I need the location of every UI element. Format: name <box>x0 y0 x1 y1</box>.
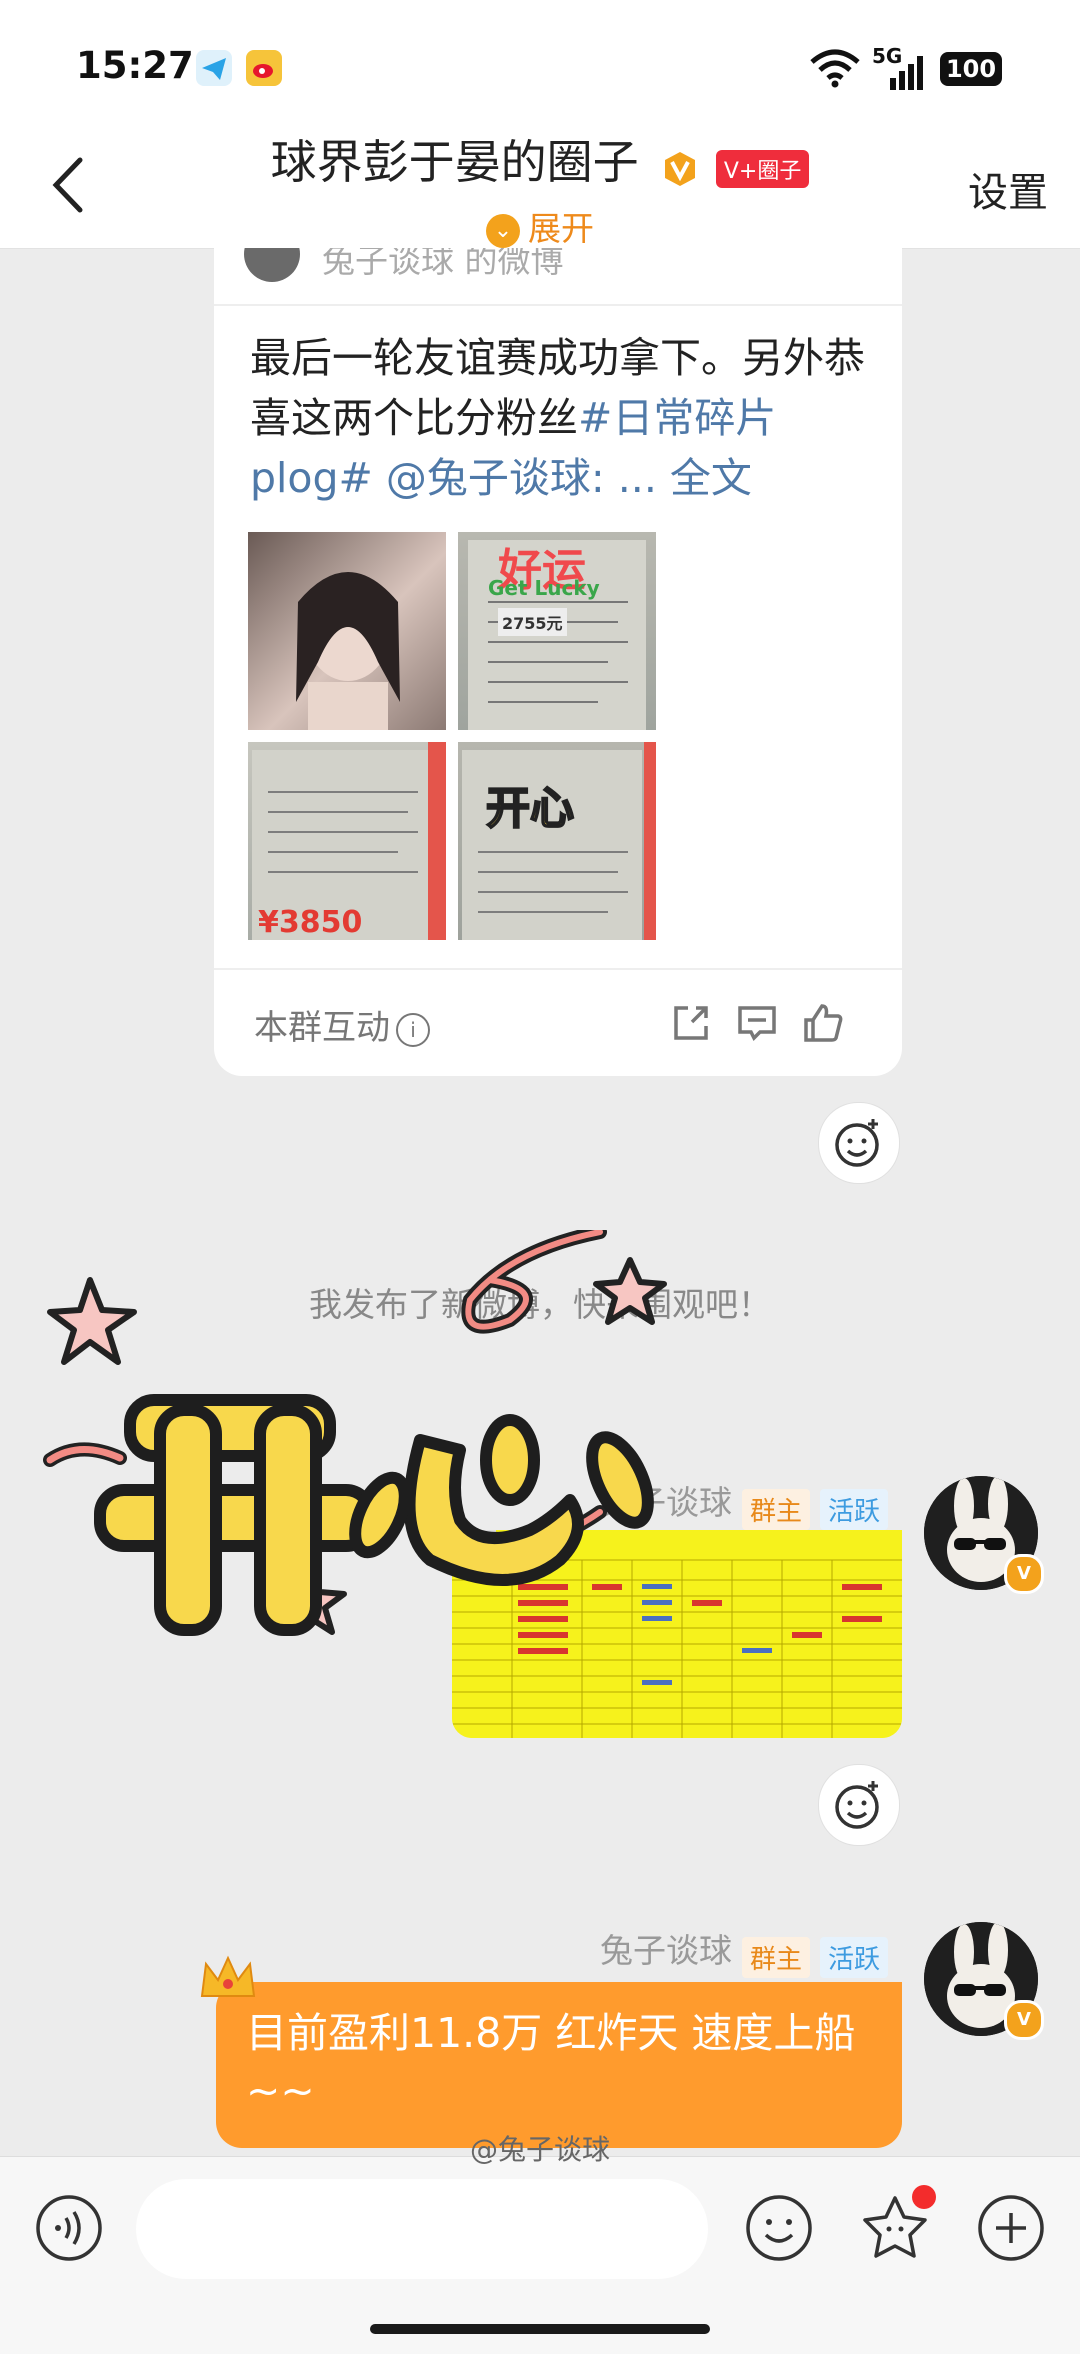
add-button[interactable] <box>976 2193 1046 2263</box>
battery-indicator: 100 <box>940 52 1002 86</box>
comment-icon[interactable] <box>734 1000 780 1046</box>
post-image-receipt-lucky[interactable]: 好运 Get Lucky 2755元 <box>458 532 656 730</box>
chevron-down-icon: ⌄ <box>486 213 520 248</box>
expand-label: 展开 <box>528 209 594 248</box>
emoji-add-icon <box>835 1119 879 1167</box>
expand-button[interactable]: ⌄ 展开 <box>0 202 1080 250</box>
message-bubble[interactable]: 目前盈利11.8万 红炸天 速度上船~~ <box>200 1955 902 2148</box>
system-message: 我发布了新微博，快来围观吧！ <box>309 1285 771 1324</box>
card-source-row: 兔子谈球 的微博 <box>214 248 902 306</box>
post-image-receipt-happy[interactable]: 开心 <box>458 742 656 940</box>
home-indicator <box>370 2324 710 2334</box>
source-avatar <box>244 248 300 282</box>
chat-header: 球界彭于晏的圈子 V+圈子 ⌄ 展开 设置 <box>0 110 1080 249</box>
telegram-icon <box>196 50 232 86</box>
emoji-icon <box>746 2195 812 2261</box>
message-sender-row-2: 兔子谈球 群主 活跃 <box>600 1924 889 1978</box>
post-text: 最后一轮友谊赛成功拿下。另外恭喜这两个比分粉丝#日常碎片plog# @兔子谈球:… <box>250 328 870 508</box>
owner-tag: 群主 <box>742 1489 811 1530</box>
interaction-label: 本群互动 <box>254 1008 390 1048</box>
input-bar <box>0 2156 1080 2354</box>
verified-icon: V <box>1004 2000 1044 2040</box>
watermark: @兔子谈球 <box>469 2133 610 2166</box>
card-footer: 本群互动 i <box>214 968 902 1076</box>
voice-icon <box>36 2195 102 2261</box>
weibo-icon <box>246 50 282 86</box>
add-icon <box>978 2195 1044 2261</box>
emoji-add-icon <box>835 1781 879 1829</box>
signal-icon <box>876 56 924 94</box>
group-interaction[interactable]: 本群互动 i <box>254 1000 430 1049</box>
notification-dot <box>912 2185 936 2209</box>
owner-tag: 群主 <box>742 1937 811 1978</box>
shared-weibo-card[interactable]: 兔子谈球 的微博 最后一轮友谊赛成功拿下。另外恭喜这两个比分粉丝#日常碎片plo… <box>214 248 902 1076</box>
svg-text:¥3850: ¥3850 <box>258 905 362 940</box>
happy-caption: 开心 <box>485 782 575 835</box>
voice-button[interactable] <box>34 2193 104 2263</box>
vplus-label: V+圈子 <box>715 150 810 188</box>
vip-circle-badge: V+圈子 <box>661 139 810 193</box>
emoji-button[interactable] <box>744 2193 814 2263</box>
react-emoji-button[interactable] <box>818 1102 900 1184</box>
spreadsheet-image[interactable] <box>452 1530 902 1738</box>
crown-icon <box>196 1952 260 2012</box>
verified-icon: V <box>1004 1554 1044 1594</box>
sender-name: 兔子谈球 <box>600 1931 732 1970</box>
post-image-receipt-2[interactable]: ¥3850 <box>248 742 446 940</box>
share-icon[interactable] <box>668 1000 714 1046</box>
settings-button[interactable]: 设置 <box>968 160 1048 218</box>
status-time: 15:27 <box>76 44 194 87</box>
prize-caption: 2755元 <box>498 608 567 636</box>
message-input[interactable] <box>136 2179 708 2279</box>
get-lucky-caption: Get Lucky <box>488 576 600 600</box>
active-tag: 活跃 <box>820 1489 889 1530</box>
info-icon[interactable]: i <box>396 1012 430 1047</box>
status-bar: 15:27 5G 100 <box>0 0 1080 110</box>
message-sender-row: 兔子谈球 群主 活跃 <box>600 1476 889 1530</box>
read-more-link[interactable]: 全文 <box>657 454 752 502</box>
sender-name: 兔子谈球 <box>600 1483 732 1522</box>
react-emoji-button-2[interactable] <box>818 1764 900 1846</box>
group-title: 球界彭于晏的圈子 <box>270 135 639 189</box>
message-text: 目前盈利11.8万 红炸天 速度上船~~ <box>246 2009 856 2115</box>
like-icon[interactable] <box>800 1000 846 1046</box>
mention-link[interactable]: @兔子谈球: ... <box>373 454 657 502</box>
active-tag: 活跃 <box>820 1937 889 1978</box>
post-image-portrait[interactable] <box>248 532 446 730</box>
wifi-icon <box>808 48 862 92</box>
card-source: 兔子谈球 的微博 <box>322 248 564 280</box>
